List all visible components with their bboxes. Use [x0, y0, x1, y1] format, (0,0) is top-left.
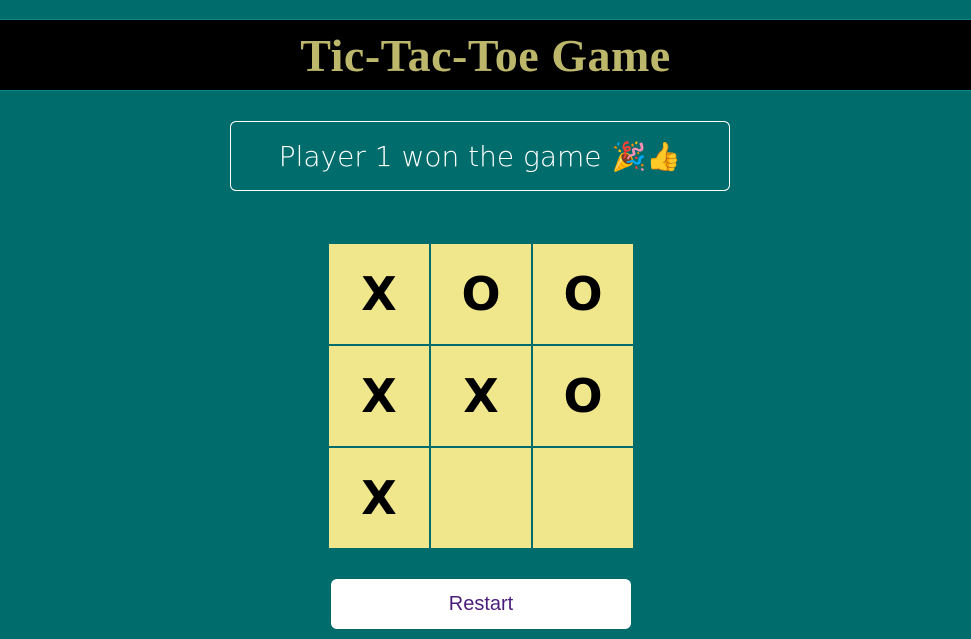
board-cell-6[interactable]: O	[533, 346, 633, 446]
restart-button[interactable]: Restart	[331, 579, 631, 629]
board-cell-2[interactable]: O	[431, 244, 531, 344]
board-cell-5[interactable]: X	[431, 346, 531, 446]
header-bar: Tic-Tac-Toe Game	[0, 20, 971, 91]
top-band	[0, 0, 971, 20]
board-cell-7[interactable]: X	[329, 448, 429, 548]
board-cell-4[interactable]: X	[329, 346, 429, 446]
status-text: Player 1 won the game	[278, 139, 602, 173]
celebration-icons: 🎉👍	[611, 139, 682, 173]
status-message-box: Player 1 won the game 🎉👍	[230, 121, 730, 191]
board-cell-3[interactable]: O	[533, 244, 633, 344]
board-cell-9[interactable]	[533, 448, 633, 548]
board-cell-1[interactable]: X	[329, 244, 429, 344]
game-board: X O O X X O X	[328, 243, 634, 549]
page-title: Tic-Tac-Toe Game	[300, 29, 671, 81]
board-cell-8[interactable]	[431, 448, 531, 548]
